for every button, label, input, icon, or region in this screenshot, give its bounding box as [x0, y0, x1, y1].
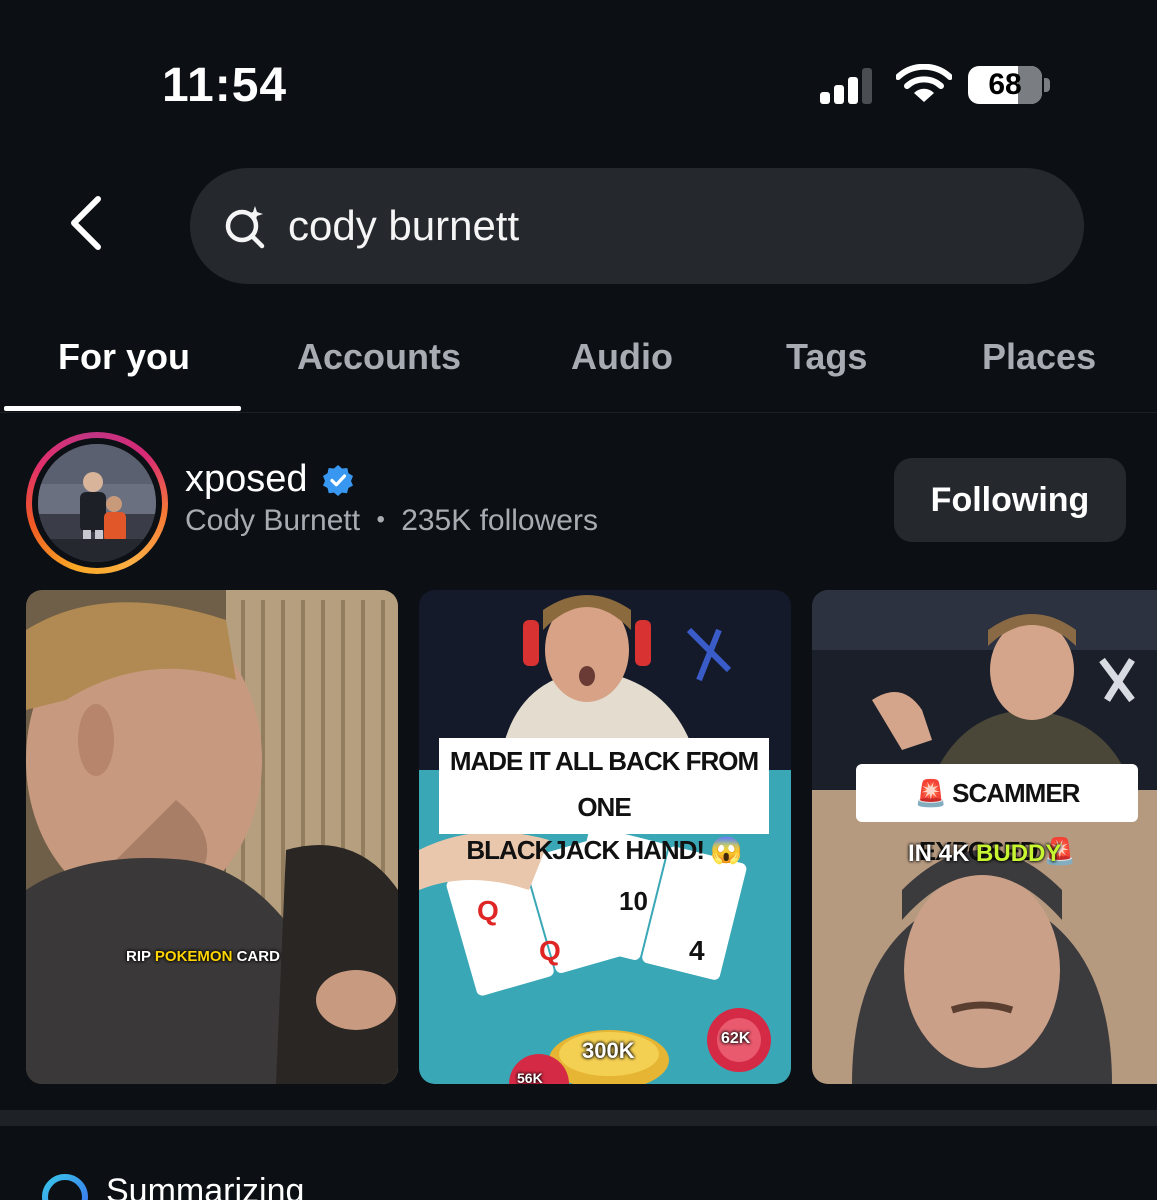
tab-audio[interactable]: Audio: [571, 336, 673, 378]
ai-search-icon: [225, 206, 265, 249]
avatar: [38, 444, 156, 562]
status-time: 11:54: [162, 59, 288, 112]
back-button[interactable]: [56, 188, 116, 258]
cellular-signal-icon: [820, 66, 880, 104]
siren-icon: 🚨: [914, 778, 947, 808]
active-tab-indicator: [4, 406, 241, 411]
search-tabs: For you Accounts Audio Tags Places: [0, 320, 1157, 412]
svg-text:4: 4: [689, 935, 705, 966]
status-bar: 11:54 68: [0, 0, 1157, 150]
subtitle-separator: •: [376, 506, 385, 533]
search-bar[interactable]: [190, 168, 1084, 284]
section-divider: [0, 1110, 1157, 1126]
tab-accounts[interactable]: Accounts: [297, 336, 461, 378]
tab-for-you[interactable]: For you: [58, 336, 190, 378]
battery-percentage: 68: [988, 68, 1022, 101]
verified-badge-icon: [323, 465, 353, 496]
chip-value-small: 56K: [517, 1070, 543, 1084]
thumbnail-2-caption: MADE IT ALL BACK FROM ONE BLACKJACK HAND…: [439, 738, 769, 865]
tab-tags[interactable]: Tags: [786, 336, 867, 378]
chip-value-large: 300K: [582, 1038, 635, 1063]
following-button[interactable]: Following: [894, 458, 1126, 542]
svg-text:Q: Q: [477, 895, 499, 926]
account-subtitle: Cody Burnett • 235K followers: [185, 504, 598, 538]
tab-places[interactable]: Places: [982, 336, 1096, 378]
account-full-name: Cody Burnett: [185, 504, 361, 537]
battery-icon: 68: [968, 66, 1050, 104]
wifi-icon: [895, 63, 953, 104]
loading-spinner-icon: [42, 1174, 88, 1200]
thumbnail-1-caption: RIP POKEMON CARD: [126, 948, 280, 965]
reel-thumbnail-1[interactable]: RIP POKEMON CARD: [26, 590, 398, 1084]
summarizing-label: Summarizing: [106, 1172, 305, 1200]
reel-thumbnail-image: [26, 590, 398, 1084]
chevron-left-icon: [71, 196, 101, 250]
thumbnail-3-subcaption: IN 4K BUDDY: [908, 840, 1062, 867]
svg-text:Q: Q: [539, 935, 561, 966]
story-ring[interactable]: [26, 432, 168, 574]
search-input[interactable]: [288, 198, 1048, 254]
reel-thumbnail-2[interactable]: Q Q 10 4 MADE IT ALL BACK FROM ONE BLACK…: [419, 590, 791, 1084]
svg-text:10: 10: [619, 886, 648, 916]
account-username: xposed: [185, 458, 308, 500]
tabs-divider: [0, 412, 1157, 413]
reel-thumbnail-3[interactable]: 🚨 SCAMMER EXPOSED 🚨 IN 4K BUDDY: [812, 590, 1157, 1084]
chip-value-medium: 62K: [721, 1030, 751, 1047]
thumbnail-3-caption: 🚨 SCAMMER EXPOSED 🚨: [856, 764, 1138, 866]
account-result[interactable]: xposed Cody Burnett • 235K followers Fol…: [0, 428, 1157, 578]
follower-count: 235K followers: [401, 504, 598, 537]
